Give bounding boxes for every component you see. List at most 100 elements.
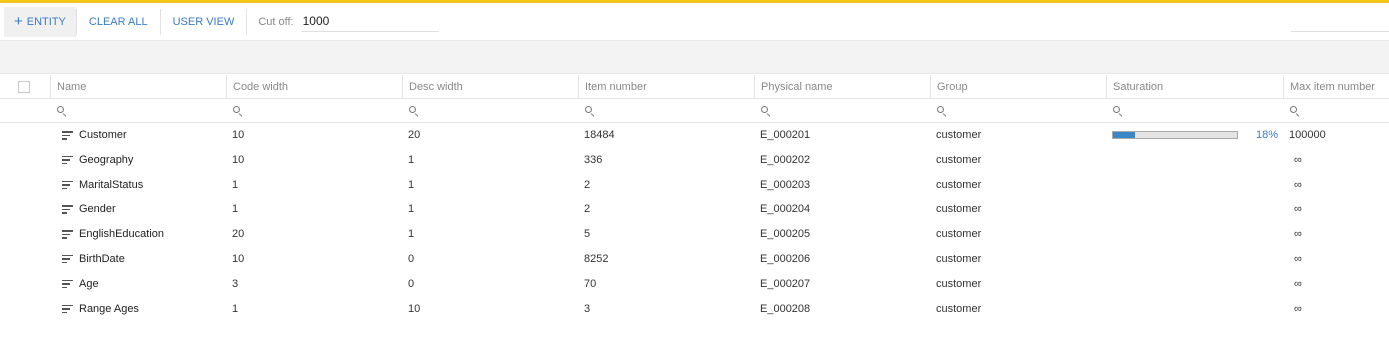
clear-all-button[interactable]: CLEAR ALL xyxy=(77,7,160,37)
search-icon xyxy=(57,106,67,118)
table-row[interactable]: Geography 10 1 336 E_000202 customer ∞ xyxy=(0,148,1389,173)
column-header[interactable]: Desc width xyxy=(402,75,578,99)
cell-code-width: 20 xyxy=(232,228,245,241)
cell-max-item-number: ∞ xyxy=(1294,277,1302,290)
column-filter[interactable] xyxy=(1106,99,1283,123)
cell-group: customer xyxy=(936,277,982,290)
saturation-fill xyxy=(1113,132,1136,138)
search-icon xyxy=(233,106,243,118)
cell-item-number: 3 xyxy=(584,302,591,315)
column-filter[interactable] xyxy=(930,99,1106,123)
cell-name: Range Ages xyxy=(79,302,139,315)
toolbar-divider xyxy=(246,8,248,35)
cutoff-input[interactable] xyxy=(300,11,439,32)
column-filter[interactable] xyxy=(50,99,226,123)
cell-max-item-number: ∞ xyxy=(1294,302,1302,315)
cell-physical-name: E_000208 xyxy=(760,302,811,315)
plus-icon: + xyxy=(14,13,23,30)
grid-body: Customer 10 20 18484 E_000201 customer 100000 1… xyxy=(0,123,1389,321)
cell-item-number: 70 xyxy=(584,277,597,290)
cell-max-item-number: ∞ xyxy=(1294,228,1302,241)
column-header[interactable]: Code width xyxy=(226,75,402,99)
group-panel xyxy=(0,40,1389,74)
column-header[interactable]: Name xyxy=(50,75,226,99)
cell-desc-width: 1 xyxy=(408,178,415,191)
table-row[interactable]: EnglishEducation 20 1 5 E_000205 customer ∞ xyxy=(0,222,1389,247)
column-filter[interactable] xyxy=(578,99,754,123)
clear-all-label: CLEAR ALL xyxy=(88,15,148,28)
cell-desc-width: 20 xyxy=(408,129,421,141)
cell-code-width: 10 xyxy=(232,153,245,166)
entity-list-icon xyxy=(62,205,73,214)
table-row[interactable]: Gender 1 1 2 E_000204 customer ∞ xyxy=(0,197,1389,222)
toolbar: + ENTITY CLEAR ALL USER VIEW Cut off: xyxy=(0,3,1389,40)
cell-name: Customer xyxy=(79,129,127,141)
cell-code-width: 1 xyxy=(232,203,239,216)
cell-physical-name: E_000204 xyxy=(760,203,811,216)
cell-max-item-number: ∞ xyxy=(1294,178,1302,191)
cell-name: MaritalStatus xyxy=(79,178,144,191)
column-header[interactable]: Saturation xyxy=(1106,75,1283,99)
table-row[interactable]: MaritalStatus 1 1 2 E_000203 customer ∞ xyxy=(0,173,1389,198)
cell-group: customer xyxy=(936,178,982,191)
cell-group: customer xyxy=(936,228,982,241)
search-icon xyxy=(409,106,419,118)
cell-name: EnglishEducation xyxy=(79,228,165,241)
entity-list-icon xyxy=(62,304,73,314)
cell-code-width: 10 xyxy=(232,252,245,265)
search-icon xyxy=(585,106,595,118)
entity-list-icon xyxy=(62,180,73,190)
cell-code-width: 3 xyxy=(232,277,239,290)
select-all-checkbox[interactable] xyxy=(18,81,30,93)
cell-item-number: 5 xyxy=(584,228,591,241)
cell-desc-width: 1 xyxy=(408,203,415,216)
add-entity-button[interactable]: + ENTITY xyxy=(4,6,76,37)
cell-item-number: 8252 xyxy=(584,252,609,265)
cell-physical-name: E_000207 xyxy=(760,277,811,290)
column-header[interactable]: Physical name xyxy=(754,75,930,99)
cell-name: Geography xyxy=(79,153,134,166)
table-row[interactable]: Customer 10 20 18484 E_000201 customer 100000 1… xyxy=(0,123,1389,148)
cell-item-number: 2 xyxy=(584,178,591,191)
column-header[interactable]: Item number xyxy=(578,75,754,99)
cell-desc-width: 1 xyxy=(408,153,415,166)
search-icon xyxy=(1113,106,1123,118)
column-filter[interactable] xyxy=(1283,99,1389,123)
column-filter[interactable] xyxy=(226,99,402,123)
column-header[interactable]: Max item number xyxy=(1283,75,1389,99)
table-row[interactable]: Age 3 0 70 E_000207 customer ∞ xyxy=(0,272,1389,297)
entity-list-icon xyxy=(62,155,73,165)
entity-list-icon xyxy=(62,131,73,140)
cell-name: Gender xyxy=(79,203,116,216)
cell-physical-name: E_000206 xyxy=(760,252,811,265)
cell-max-item-number: ∞ xyxy=(1294,153,1302,166)
column-filter[interactable] xyxy=(754,99,930,123)
cell-item-number: 2 xyxy=(584,203,591,216)
cutoff-group: Cut off: xyxy=(258,11,439,32)
header-select-cell xyxy=(0,75,50,99)
column-filter[interactable] xyxy=(402,99,578,123)
column-header[interactable]: Group xyxy=(930,75,1106,99)
saturation-bar xyxy=(1112,131,1238,139)
cell-max-item-number: ∞ xyxy=(1294,203,1302,216)
add-entity-label: ENTITY xyxy=(26,15,66,28)
cell-physical-name: E_000203 xyxy=(760,178,811,191)
entity-grid: Name Code width Desc width Item number Physi… xyxy=(0,75,1389,321)
cell-item-number: 336 xyxy=(584,153,603,166)
saturation-percent: 18% xyxy=(1255,129,1278,141)
cell-desc-width: 1 xyxy=(408,228,415,241)
cell-group: customer xyxy=(936,129,982,141)
cell-desc-width: 0 xyxy=(408,252,415,265)
search-icon xyxy=(1290,106,1300,118)
cell-item-number: 18484 xyxy=(584,129,615,141)
cell-max-item-number: ∞ xyxy=(1294,252,1302,265)
cell-desc-width: 10 xyxy=(408,302,421,315)
cell-code-width: 10 xyxy=(232,129,245,141)
user-view-button[interactable]: USER VIEW xyxy=(161,7,247,37)
cell-desc-width: 0 xyxy=(408,277,415,290)
table-row[interactable]: BirthDate 10 0 8252 E_000206 customer ∞ xyxy=(0,247,1389,272)
search-input[interactable] xyxy=(1291,14,1389,32)
cell-group: customer xyxy=(936,252,982,265)
table-row[interactable]: Range Ages 1 10 3 E_000208 customer ∞ xyxy=(0,297,1389,322)
cell-physical-name: E_000205 xyxy=(760,228,811,241)
